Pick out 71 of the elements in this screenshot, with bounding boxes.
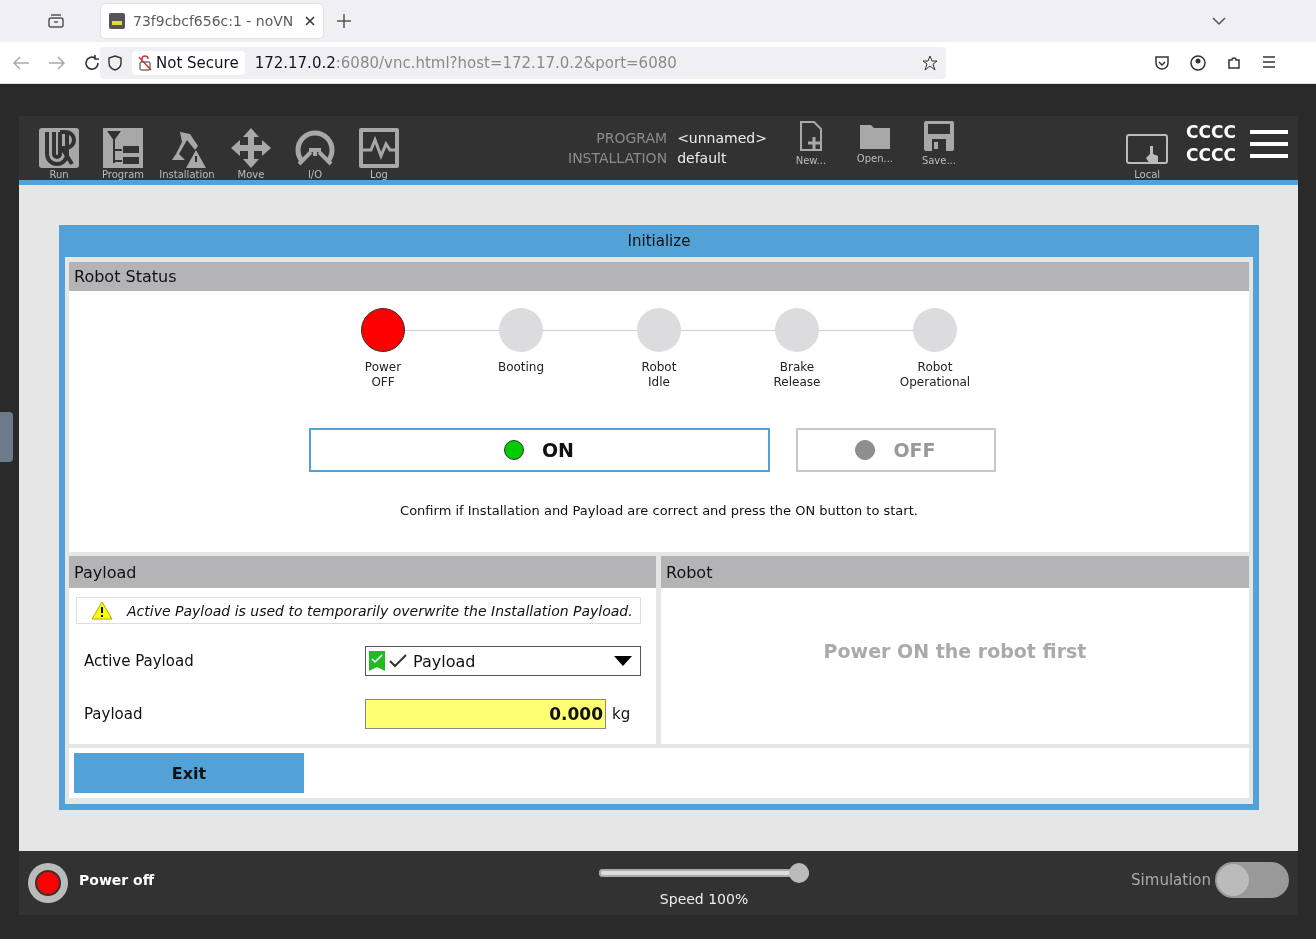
status-label: Robot Idle bbox=[641, 360, 677, 390]
power-status: Power off bbox=[79, 872, 155, 890]
file-button[interactable]: New... bbox=[778, 116, 843, 180]
browser-tab[interactable]: 73f9cbcf656c:1 - noVN bbox=[101, 4, 323, 38]
status-label: Booting bbox=[497, 360, 545, 375]
url-text: 172.17.0.2:6080/vnc.html?host=172.17.0.2&port=6080 bbox=[254, 53, 677, 72]
io-circle-icon bbox=[295, 128, 335, 168]
file-button[interactable]: Open... bbox=[842, 116, 907, 180]
vnc-logo-icon bbox=[109, 13, 125, 29]
nav-tab[interactable]: Log bbox=[347, 116, 411, 180]
move-arrows-icon bbox=[231, 128, 271, 168]
menu-icon[interactable] bbox=[1262, 54, 1276, 69]
folder-icon bbox=[859, 122, 890, 149]
nav-tab[interactable]: Program bbox=[91, 116, 155, 180]
section-header: Robot Status bbox=[69, 262, 1249, 291]
instruction-text: Confirm if Installation and Payload are correct and press the ON button to start. bbox=[399, 503, 919, 518]
user-initials: CCCC bbox=[1186, 121, 1236, 144]
sidebar-handle[interactable] bbox=[0, 412, 13, 462]
speed-slider[interactable] bbox=[599, 863, 810, 883]
installation-label: INSTALLATION bbox=[568, 149, 668, 168]
log-graph-icon bbox=[359, 128, 399, 168]
field-label: Active Payload bbox=[84, 652, 195, 670]
dropdown-arrow-icon bbox=[614, 656, 632, 666]
simulation-label: Simulation bbox=[1131, 871, 1211, 889]
program-label: PROGRAM bbox=[595, 129, 668, 148]
close-icon[interactable] bbox=[305, 16, 315, 26]
star-icon[interactable] bbox=[922, 54, 938, 71]
user-initials: CCCC bbox=[1186, 144, 1236, 167]
nav-tab[interactable]: Move bbox=[219, 116, 283, 180]
pocket-icon[interactable] bbox=[1154, 54, 1170, 71]
status-label: Robot Operational bbox=[899, 360, 971, 390]
extensions-icon[interactable] bbox=[1226, 54, 1242, 71]
section-header: Payload bbox=[69, 556, 656, 588]
file-button[interactable]: Save... bbox=[906, 116, 971, 180]
program-tree-icon bbox=[103, 128, 143, 168]
nav-tab[interactable]: I/O bbox=[283, 116, 347, 180]
check-badge-icon bbox=[369, 651, 385, 671]
ur-logo-icon bbox=[39, 128, 79, 168]
chevron-down-icon[interactable] bbox=[1212, 16, 1226, 26]
checkmark-icon bbox=[389, 654, 407, 668]
installation-name: default bbox=[677, 149, 728, 168]
security-indicator[interactable]: Not Secure bbox=[132, 50, 245, 75]
simulation-toggle[interactable] bbox=[1215, 862, 1289, 898]
unit-label: kg bbox=[612, 705, 631, 723]
slider-thumb[interactable] bbox=[789, 863, 810, 883]
speed-label: Speed 100% bbox=[659, 891, 749, 907]
address-bar[interactable]: Not Secure 172.17.0.2:6080/vnc.html?host=172.17.0.2&port=6080 bbox=[100, 46, 946, 79]
unlocked-padlock-icon bbox=[138, 54, 152, 71]
local-control-button[interactable]: Local bbox=[1122, 116, 1173, 180]
nav-tab[interactable]: Run bbox=[27, 116, 91, 180]
status-label: Power OFF bbox=[364, 360, 402, 390]
tab-overview-icon[interactable] bbox=[48, 14, 64, 28]
nav-tab[interactable]: Installation bbox=[155, 116, 219, 180]
power-indicator-icon bbox=[28, 863, 68, 903]
status-label: Brake Release bbox=[773, 360, 821, 390]
new-file-icon bbox=[799, 120, 822, 151]
warning-icon bbox=[91, 601, 113, 620]
section-header: Robot bbox=[661, 556, 1249, 588]
power-button[interactable]: ON bbox=[308, 428, 770, 472]
reload-icon[interactable] bbox=[84, 54, 100, 71]
robot-message: Power ON the robot first bbox=[823, 640, 1087, 662]
account-icon[interactable] bbox=[1190, 54, 1206, 71]
warning-note: Active Payload is used to temporarily overwrite the Installation Payload. bbox=[76, 597, 641, 624]
payload-dropdown[interactable]: Payload bbox=[365, 646, 641, 676]
exit-button[interactable]: Exit bbox=[74, 753, 304, 793]
shield-icon bbox=[108, 54, 122, 71]
dialog-title: Initialize bbox=[626, 231, 692, 252]
new-tab-icon[interactable] bbox=[337, 14, 351, 28]
field-label: Payload bbox=[84, 705, 144, 723]
program-name: <unnamed> bbox=[677, 129, 767, 148]
payload-input[interactable]: 0.000 bbox=[365, 699, 606, 729]
